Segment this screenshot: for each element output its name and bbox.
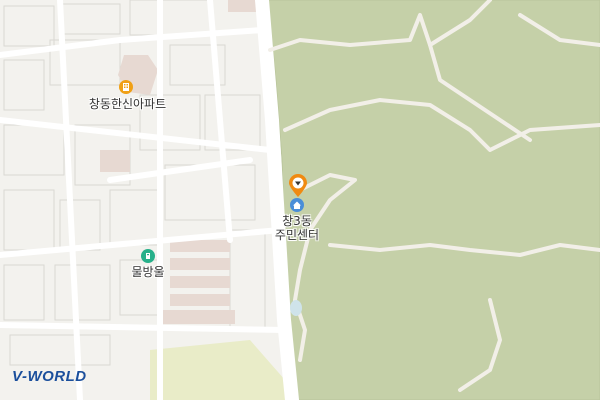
logo-v: V (12, 368, 22, 385)
logo-rest: -WORLD (21, 368, 87, 385)
poi-label-apartment[interactable]: 창동한신아파트 (80, 97, 175, 111)
map-view[interactable]: 창동한신아파트 창3동 주민센터 물방울 V-WORLD (0, 0, 600, 400)
vworld-logo: V-WORLD (12, 368, 87, 385)
poi-label-community-center[interactable]: 창3동 주민센터 (262, 214, 332, 242)
poi-label-water-spot[interactable]: 물방울 (118, 265, 178, 279)
